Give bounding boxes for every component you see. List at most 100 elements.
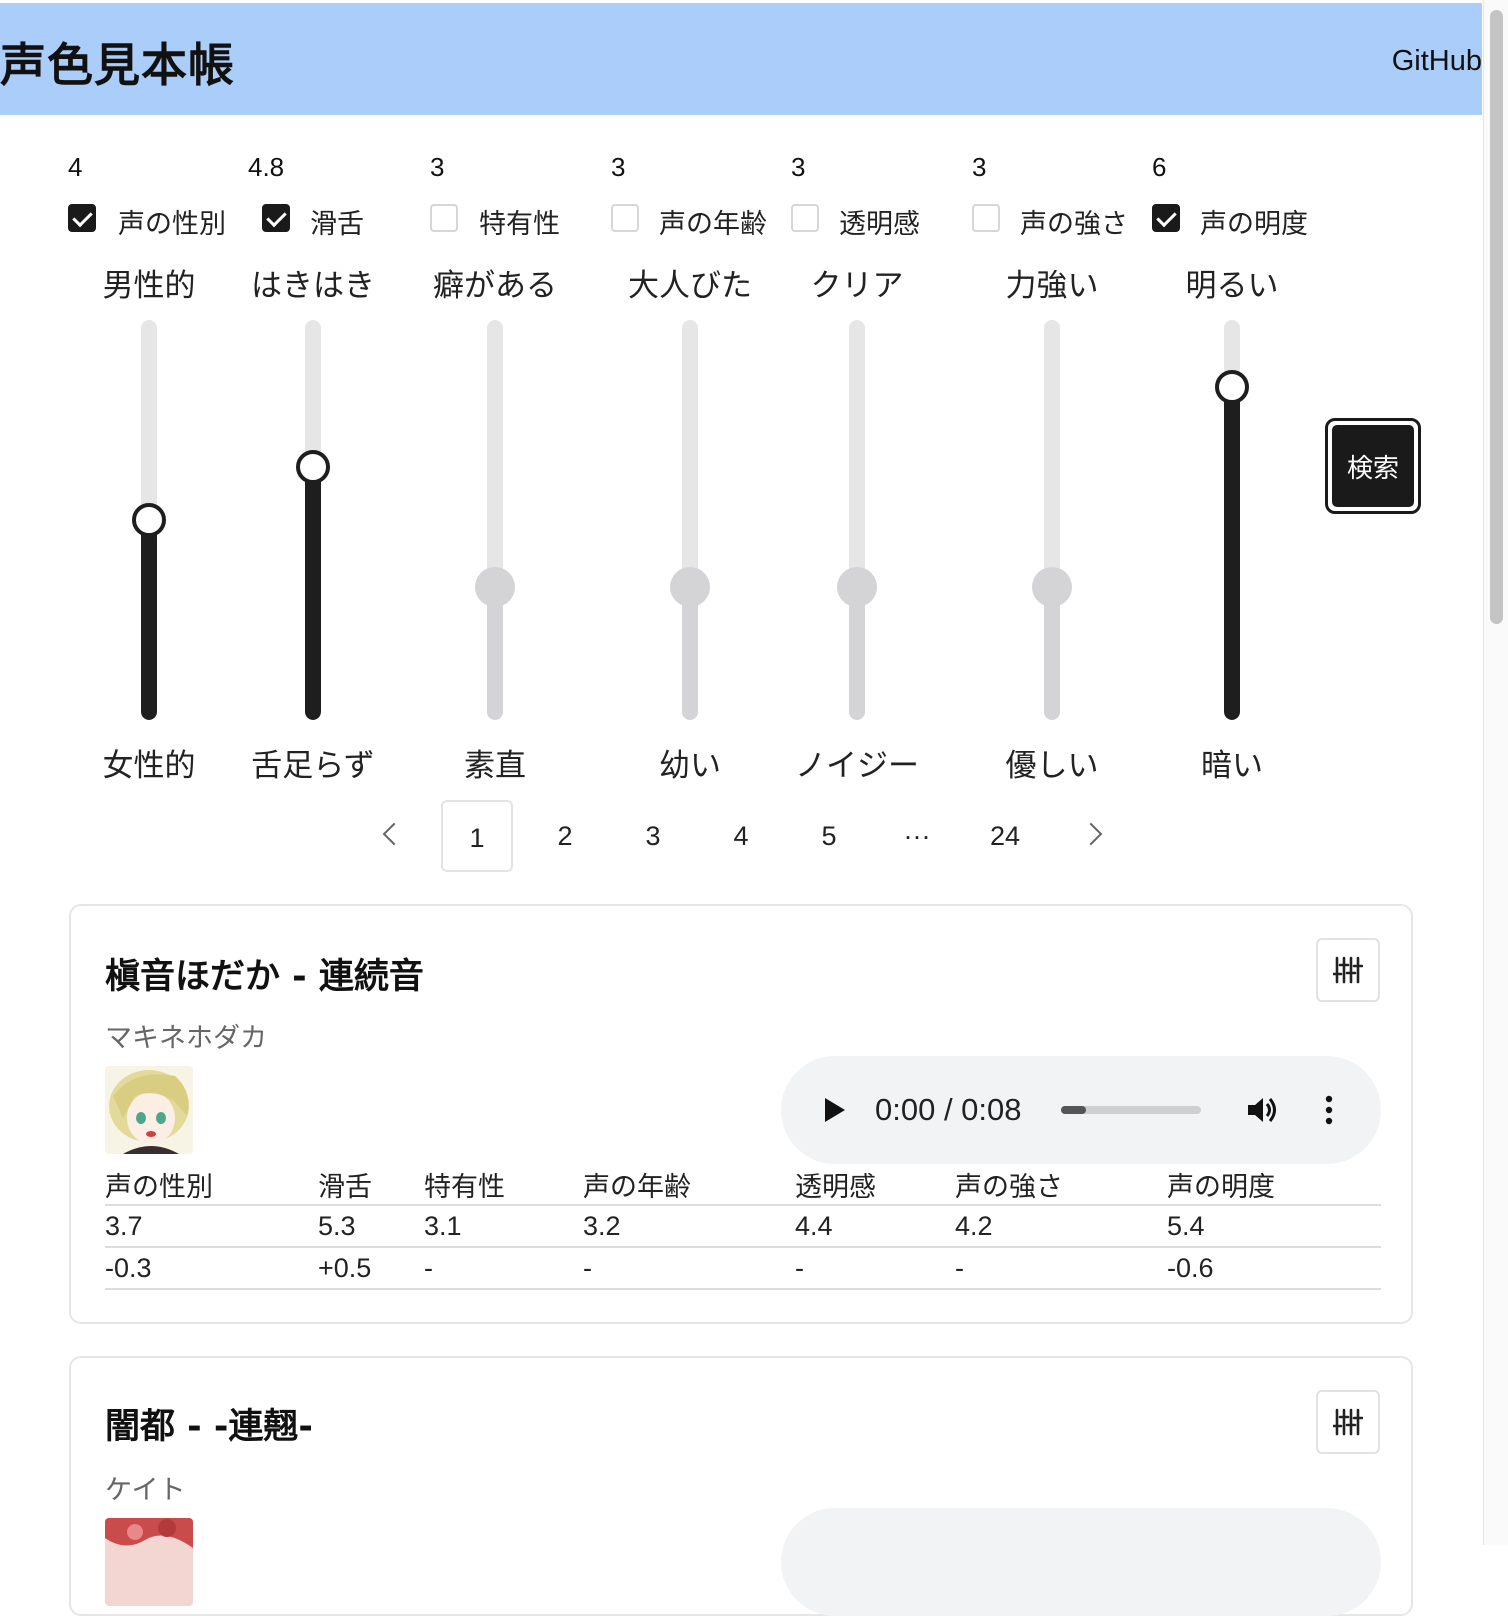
slider-value: 3 <box>611 152 626 182</box>
next-page-icon[interactable] <box>1079 822 1103 846</box>
stats-diff: -0.3 <box>105 1247 318 1290</box>
more-options-icon[interactable] <box>1324 1094 1334 1126</box>
search-button[interactable]: 検索 <box>1325 418 1421 514</box>
tune-button[interactable] <box>1316 1390 1380 1454</box>
page-24[interactable]: 24 <box>969 800 1041 872</box>
voice-stats-table: 声の性別 滑舌 特有性 声の年齢 透明感 声の強さ 声の明度 3.7 5.3 3… <box>105 1164 1381 1290</box>
slider-value: 4 <box>68 152 83 182</box>
slider-group-gender: 4 声の性別 男性的 女性的 <box>68 150 243 790</box>
stats-diff: - <box>424 1247 583 1290</box>
stats-value: 3.7 <box>105 1205 318 1248</box>
slider-value: 3 <box>972 152 987 182</box>
stats-header: 透明感 <box>795 1164 955 1206</box>
stats-value: 5.3 <box>318 1205 424 1248</box>
slider-track[interactable] <box>849 320 865 720</box>
slider-bottom-label: 舌足らず <box>251 748 375 784</box>
audio-progress-fill <box>1061 1106 1087 1114</box>
page-2[interactable]: 2 <box>529 800 601 872</box>
sliders-icon <box>1333 956 1363 984</box>
voice-reading: マキネホダカ <box>105 1023 267 1054</box>
checkbox-label[interactable]: 声の性別 <box>118 202 226 241</box>
slider-thumb[interactable] <box>1032 567 1072 607</box>
slider-top-label: 明るい <box>1185 268 1279 304</box>
tune-button[interactable] <box>1316 938 1380 1002</box>
stats-diff: - <box>795 1247 955 1290</box>
stats-diff: +0.5 <box>318 1247 424 1290</box>
slider-value: 6 <box>1152 152 1167 182</box>
checkbox-label[interactable]: 声の年齢 <box>659 202 767 241</box>
slider-thumb[interactable] <box>670 567 710 607</box>
stats-diff-row: -0.3 +0.5 - - - - -0.6 <box>105 1247 1381 1290</box>
page-5[interactable]: 5 <box>793 800 865 872</box>
slider-thumb[interactable] <box>837 567 877 607</box>
audio-player <box>781 1508 1381 1616</box>
slider-top-label: 力強い <box>1005 268 1099 304</box>
slider-bottom-label: 幼い <box>659 748 721 784</box>
stats-values-row: 3.7 5.3 3.1 3.2 4.4 4.2 5.4 <box>105 1205 1381 1248</box>
stats-header: 声の明度 <box>1167 1164 1381 1206</box>
stats-header: 滑舌 <box>318 1164 424 1206</box>
prev-page-icon[interactable] <box>382 822 406 846</box>
slider-fill <box>305 467 321 720</box>
slider-thumb[interactable] <box>132 503 166 537</box>
slider-top-label: 大人びた <box>628 268 752 304</box>
search-button-label: 検索 <box>1332 425 1414 507</box>
slider-track[interactable] <box>305 320 321 720</box>
pagination: 1 2 3 4 5 ··· 24 <box>0 800 1482 872</box>
page-ellipsis[interactable]: ··· <box>881 800 953 872</box>
stats-header-row: 声の性別 滑舌 特有性 声の年齢 透明感 声の強さ 声の明度 <box>105 1164 1381 1206</box>
slider-top-label: 癖がある <box>433 268 557 304</box>
page-4[interactable]: 4 <box>705 800 777 872</box>
slider-thumb[interactable] <box>1215 370 1249 404</box>
stats-header: 声の強さ <box>955 1164 1167 1206</box>
audio-time: 0:00 / 0:08 <box>875 1092 1022 1127</box>
page-3[interactable]: 3 <box>617 800 689 872</box>
slider-value: 3 <box>430 152 445 182</box>
checkbox-label[interactable]: 声の明度 <box>1200 202 1308 241</box>
result-card: 闇都 - -連翹- ケイト <box>69 1356 1413 1616</box>
github-link[interactable]: GitHub <box>1392 45 1482 78</box>
slider-thumb[interactable] <box>475 567 515 607</box>
page-1[interactable]: 1 <box>441 800 513 872</box>
slider-bottom-label: 素直 <box>464 748 526 784</box>
checkbox-label[interactable]: 特有性 <box>479 202 560 241</box>
stats-header: 特有性 <box>424 1164 583 1206</box>
slider-thumb[interactable] <box>296 450 330 484</box>
checkbox-articulation[interactable] <box>262 204 290 232</box>
character-avatar-image <box>105 1066 193 1154</box>
character-thumbnail[interactable] <box>105 1518 193 1606</box>
slider-track[interactable] <box>1044 320 1060 720</box>
audio-progress-bar[interactable] <box>1061 1106 1201 1114</box>
checkbox-uniqueness[interactable] <box>430 204 458 232</box>
checkbox-label[interactable]: 滑舌 <box>310 202 364 241</box>
play-icon[interactable] <box>825 1098 845 1122</box>
checkbox-label[interactable]: 透明感 <box>839 202 920 241</box>
slider-top-label: はきはき <box>251 268 375 304</box>
checkbox-age[interactable] <box>611 204 639 232</box>
stats-value: 4.4 <box>795 1205 955 1248</box>
stats-header: 声の年齢 <box>583 1164 795 1206</box>
app-header: 声色見本帳 GitHub <box>0 3 1482 115</box>
slider-fill <box>141 520 157 720</box>
checkbox-label[interactable]: 声の強さ <box>1020 202 1128 241</box>
slider-group-strength: 3 声の強さ 力強い 優しい <box>972 150 1147 790</box>
audio-player: 0:00 / 0:08 <box>781 1056 1381 1164</box>
character-thumbnail[interactable] <box>105 1066 193 1154</box>
slider-bottom-label: 優しい <box>1005 748 1099 784</box>
slider-group-brightness: 6 声の明度 明るい 暗い <box>1152 150 1327 790</box>
checkbox-strength[interactable] <box>972 204 1000 232</box>
character-avatar-image <box>105 1518 193 1606</box>
slider-track[interactable] <box>682 320 698 720</box>
result-card: 槇音ほだか - 連続音 マキネホダカ 0:00 / 0:08 声の性別 滑舌 特… <box>69 904 1413 1324</box>
slider-group-uniqueness: 3 特有性 癖がある 素直 <box>430 150 605 790</box>
slider-value: 4.8 <box>248 152 285 182</box>
slider-track[interactable] <box>487 320 503 720</box>
slider-value: 3 <box>791 152 806 182</box>
checkbox-clarity[interactable] <box>791 204 819 232</box>
scrollbar-thumb[interactable] <box>1490 10 1503 624</box>
checkbox-brightness[interactable] <box>1152 204 1180 232</box>
volume-icon[interactable] <box>1246 1094 1280 1126</box>
checkbox-gender[interactable] <box>68 204 96 232</box>
site-title[interactable]: 声色見本帳 <box>0 29 235 95</box>
slider-top-label: クリア <box>810 268 904 304</box>
